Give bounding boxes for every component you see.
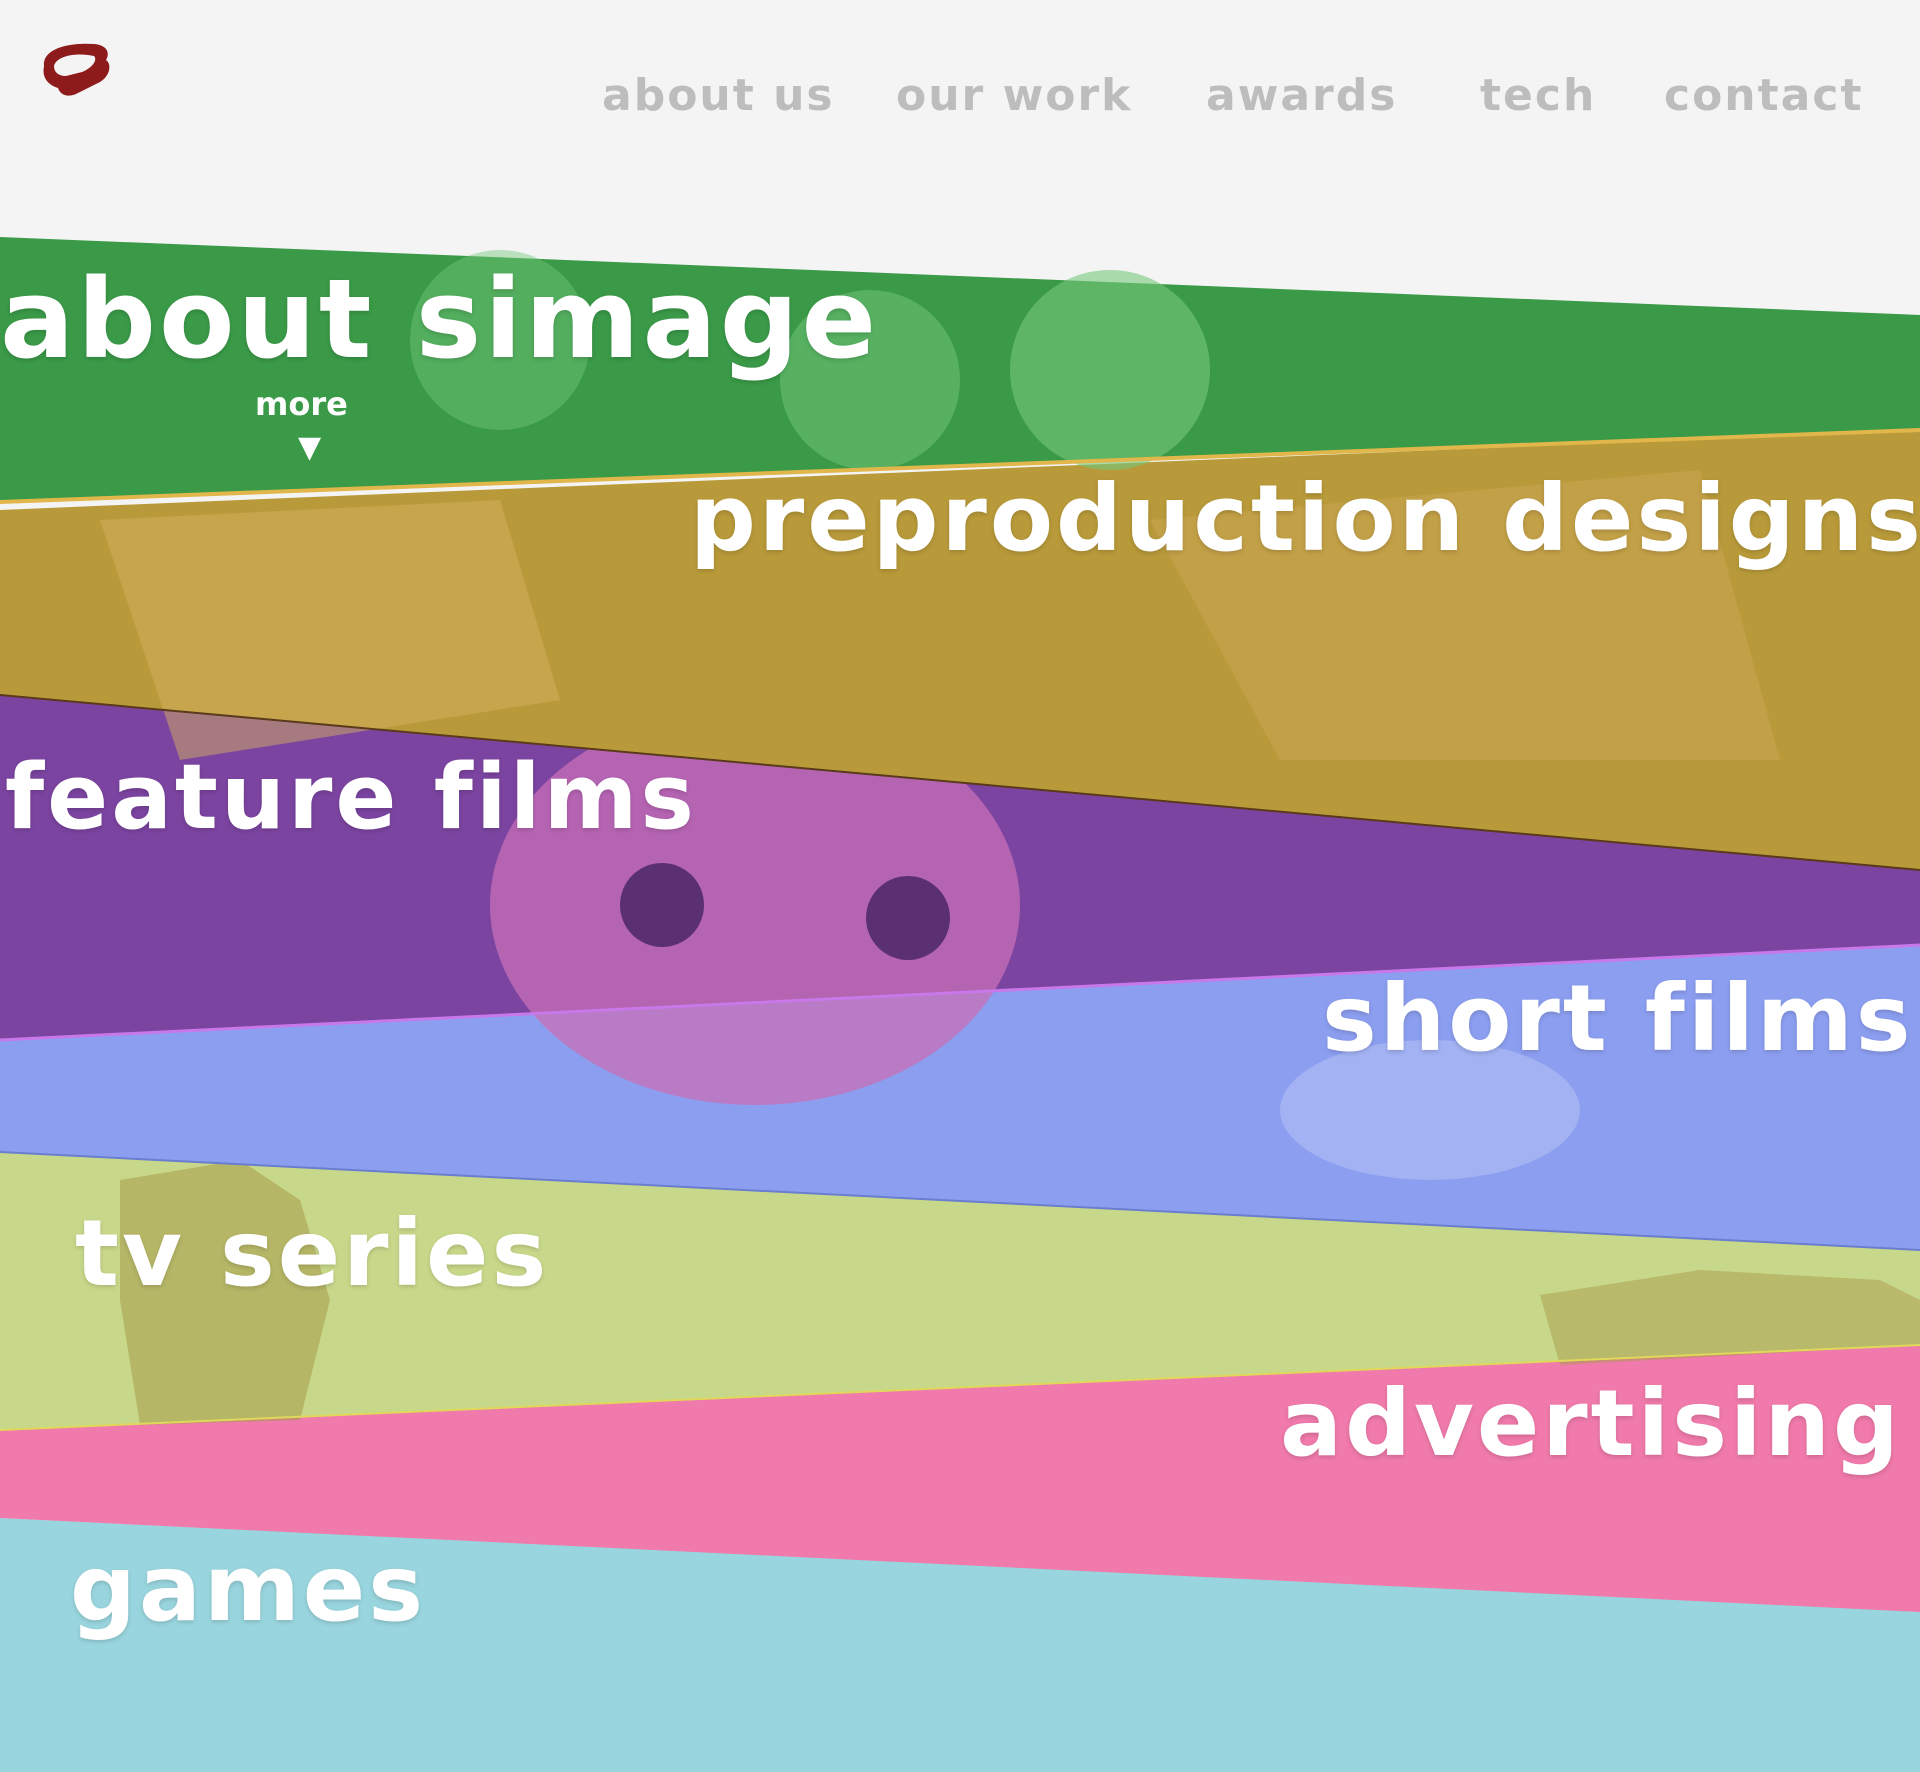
triangle-down-icon[interactable]: ▼: [298, 430, 321, 465]
band-tv-series[interactable]: tv series: [75, 1200, 549, 1307]
band-games[interactable]: games: [70, 1535, 426, 1642]
band-feature-films[interactable]: feature films: [5, 745, 697, 850]
band-advertising[interactable]: advertising: [1280, 1370, 1902, 1477]
band-about-simage[interactable]: about simage: [0, 255, 879, 383]
band-preproduction-designs[interactable]: preproduction designs: [690, 465, 1920, 572]
more-link[interactable]: more: [255, 385, 348, 423]
band-short-films[interactable]: short films: [1322, 965, 1914, 1072]
